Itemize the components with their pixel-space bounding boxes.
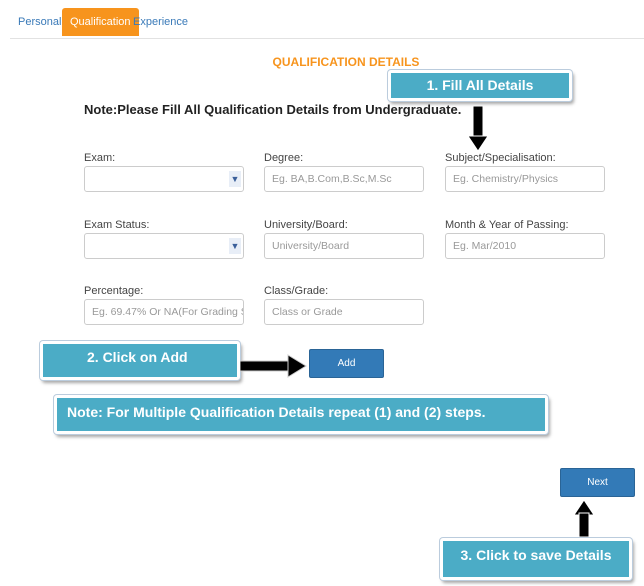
degree-input[interactable]: Eg. BA,B.Com,B.Sc,M.Sc [264, 166, 424, 192]
class-grade-label: Class/Grade: [264, 285, 329, 297]
undergraduate-note: Note:Please Fill All Qualification Detai… [84, 102, 462, 117]
exam-label: Exam: [84, 152, 116, 164]
step3-callout: 3. Click to save Details [440, 538, 632, 580]
page-title: QUALIFICATION DETAILS [272, 55, 420, 69]
tab-divider [10, 38, 644, 39]
arrow-right-icon [240, 354, 307, 378]
arrow-down-icon [468, 106, 488, 152]
next-button[interactable]: Next [560, 468, 635, 497]
percentage-label: Percentage: [84, 285, 144, 297]
tab-personal[interactable]: Personal [10, 8, 69, 36]
add-button[interactable]: Add [309, 349, 384, 378]
percentage-input[interactable]: Eg. 69.47% Or NA(For Grading System) [84, 299, 244, 325]
exam-status-select[interactable]: ▼ [84, 233, 244, 259]
exam-status-label: Exam Status: [84, 219, 150, 231]
university-input[interactable]: University/Board [264, 233, 424, 259]
class-grade-input[interactable]: Class or Grade [264, 299, 424, 325]
degree-label: Degree: [264, 152, 304, 164]
subject-input[interactable]: Eg. Chemistry/Physics [445, 166, 605, 192]
subject-label: Subject/Specialisation: [445, 152, 556, 164]
university-label: University/Board: [264, 219, 348, 231]
arrow-up-icon [574, 500, 594, 538]
chevron-down-icon: ▼ [229, 238, 241, 254]
exam-select[interactable]: ▼ [84, 166, 244, 192]
month-year-label: Month & Year of Passing: [445, 219, 569, 231]
step2-callout: 2. Click on Add [40, 341, 240, 380]
tab-experience[interactable]: Experience [125, 8, 196, 36]
month-year-input[interactable]: Eg. Mar/2010 [445, 233, 605, 259]
chevron-down-icon: ▼ [229, 171, 241, 187]
step1-callout: 1. Fill All Details [388, 70, 572, 101]
multiple-qualification-note: Note: For Multiple Qualification Details… [54, 395, 548, 434]
